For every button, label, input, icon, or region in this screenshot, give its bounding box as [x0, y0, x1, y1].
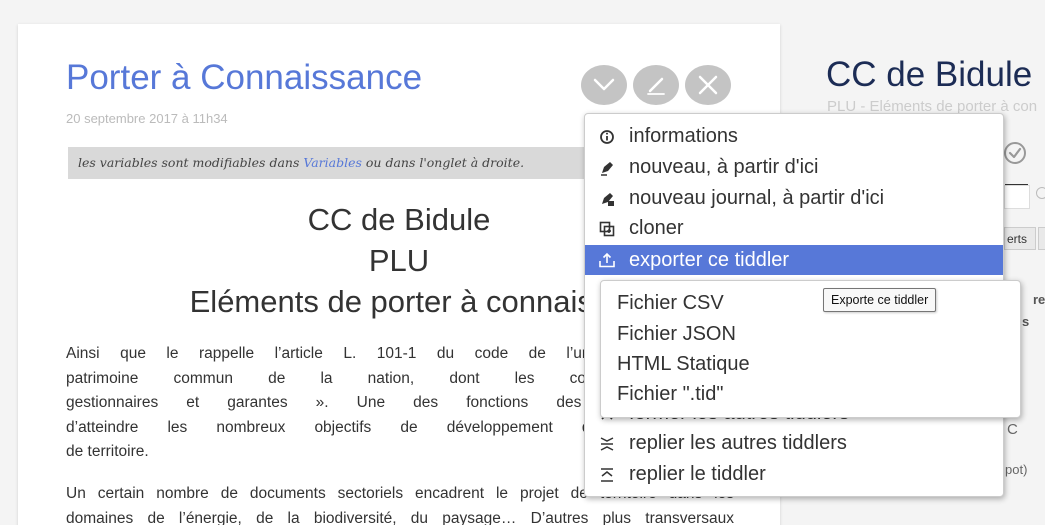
menu-item-export[interactable]: exporter ce tiddler	[585, 245, 1003, 275]
right-text-fragment: s	[1022, 314, 1030, 329]
tiddler-date: 20 septembre 2017 à 11h34	[66, 111, 228, 126]
right-text-fragment: pot)	[1005, 462, 1028, 477]
right-tab-2[interactable]	[1038, 227, 1045, 250]
right-text-fragment: C	[1007, 421, 1018, 438]
edit-button[interactable]	[633, 65, 679, 105]
export-tid[interactable]: Fichier ".tid"	[617, 383, 723, 406]
fold-icon	[601, 467, 613, 482]
right-tiddler-title[interactable]: CC de Bidule	[826, 55, 1032, 95]
right-text-fragment: res	[1033, 292, 1045, 307]
clone-icon	[599, 221, 615, 236]
export-json[interactable]: Fichier JSON	[617, 323, 736, 346]
new-journal-icon	[602, 192, 614, 206]
menu-item-new-here[interactable]: nouveau, à partir d'ici	[585, 154, 1003, 181]
menu-item-new-journal-here[interactable]: nouveau journal, à partir d'ici	[585, 185, 1003, 212]
info-icon	[600, 129, 614, 144]
menu-item-fold-others[interactable]: replier les autres tiddlers	[585, 430, 1003, 457]
variables-link[interactable]: Variables	[303, 155, 362, 170]
chevron-down-icon	[593, 78, 615, 91]
check-circle-icon[interactable]	[1003, 141, 1027, 165]
right-tab[interactable]: erts	[1004, 227, 1036, 250]
pencil-icon	[647, 77, 665, 95]
export-submenu: Fichier CSV Fichier JSON HTML Statique F…	[600, 280, 1021, 418]
tiddler-title[interactable]: Porter à Connaissance	[66, 58, 422, 98]
new-here-icon	[601, 161, 613, 176]
menu-item-informations[interactable]: informations	[585, 123, 1003, 150]
right-input[interactable]	[1004, 185, 1030, 209]
export-csv[interactable]: Fichier CSV	[617, 292, 724, 315]
export-tooltip: Exporte ce tiddler	[823, 288, 937, 312]
fold-others-icon	[600, 436, 614, 451]
menu-item-fold[interactable]: replier le tiddler	[585, 461, 1003, 488]
export-icon	[599, 252, 615, 268]
close-button[interactable]	[685, 65, 731, 105]
close-icon	[698, 75, 718, 95]
menu-item-clone[interactable]: cloner	[585, 215, 1003, 242]
remove-icon[interactable]	[1036, 187, 1045, 199]
export-static-html[interactable]: HTML Statique	[617, 353, 750, 376]
more-actions-button[interactable]	[581, 65, 627, 105]
